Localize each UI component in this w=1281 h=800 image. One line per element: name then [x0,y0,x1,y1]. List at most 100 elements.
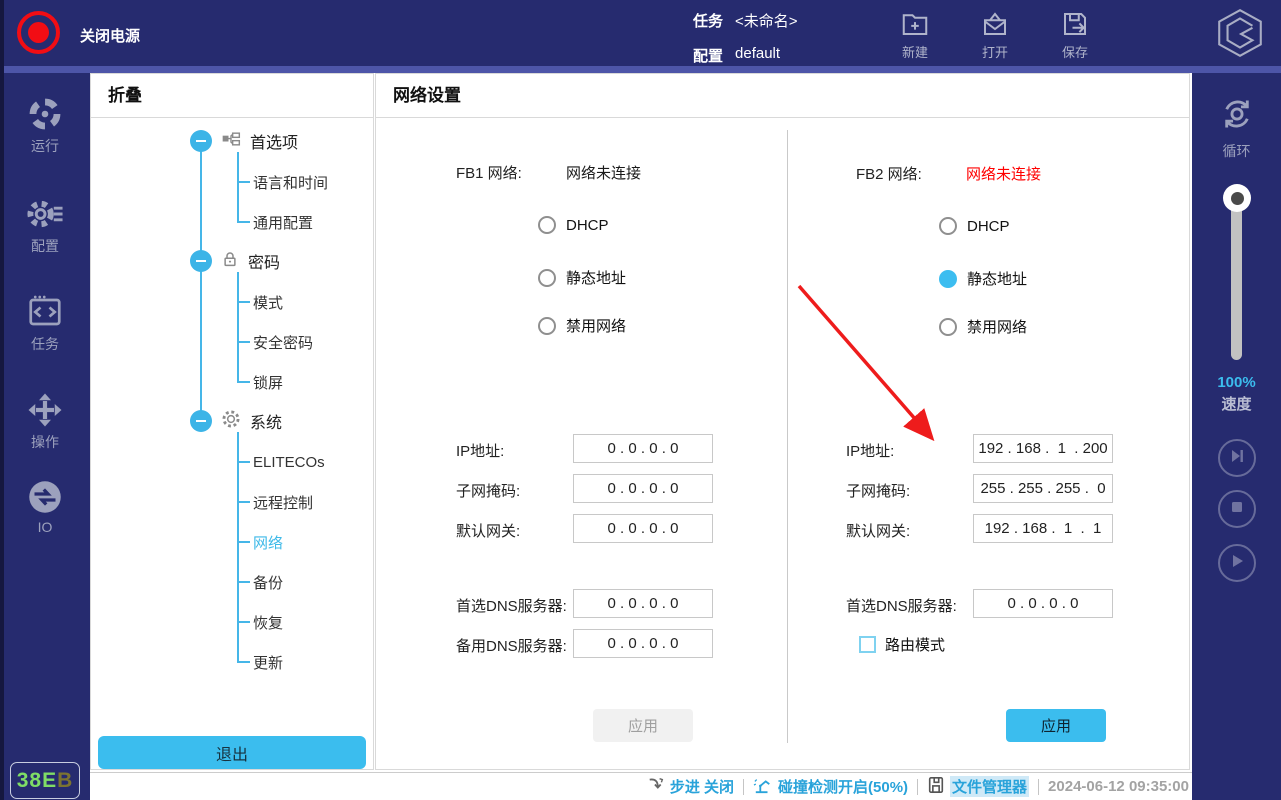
tree-node-preferences[interactable]: 首选项 [190,129,298,153]
fb2-ip-input[interactable]: 192 . 168 . 1 . 200 [973,434,1113,463]
fb2-apply-button[interactable]: 应用 [1006,709,1106,742]
tree-item-elitecos[interactable]: ELITECOs [237,451,325,473]
tree-item-lock-screen[interactable]: 锁屏 [237,371,283,393]
tree-node-system[interactable]: 系统 [190,409,282,433]
tree-item-update[interactable]: 更新 [237,651,283,673]
task-line: 任务 <未命名> [693,10,798,31]
checkbox-icon[interactable] [859,636,876,653]
file-manager-label: 文件管理器 [950,776,1029,797]
loop-mode-button[interactable]: 循环 [1192,95,1281,161]
fb1-dns2-input[interactable]: 0 . 0 . 0 . 0 [573,629,713,658]
fb2-dns1-label: 首选DNS服务器: [846,595,957,616]
sidebar-item-label: 配置 [0,236,90,256]
power-off-label[interactable]: 关闭电源 [80,25,140,46]
preferences-icon [221,130,241,153]
radio-icon[interactable] [939,318,957,336]
play-icon [1228,552,1246,575]
new-task-button[interactable]: 新建 [883,9,947,61]
sidebar-item-label: 操作 [0,432,90,452]
column-divider [787,130,788,743]
fb1-gateway-label: 默认网关: [456,520,520,541]
sidebar-item-config[interactable]: 配置 [0,196,90,256]
sidebar-item-io[interactable]: IO [0,479,90,535]
lock-icon [221,249,239,274]
fb2-router-mode-checkbox[interactable]: 路由模式 [859,634,945,655]
fb1-radio-static[interactable]: 静态地址 [538,267,626,288]
speed-percent: 100% [1192,374,1281,391]
collapse-minus-icon[interactable] [190,130,212,152]
fb2-radio-dhcp[interactable]: DHCP [939,217,1010,235]
fb2-name-label: FB2 网络: [856,163,922,184]
sidebar-item-jog[interactable]: 操作 [0,392,90,452]
settings-tree-panel: 折叠 首选项 语言和时间 通用配置 密码 模式 安全密码 [90,73,374,770]
fb1-ip-input[interactable]: 0 . 0 . 0 . 0 [573,434,713,463]
sidebar-item-label: 运行 [0,136,90,156]
record-power-button[interactable] [17,11,60,54]
tree-item-network[interactable]: 网络 [237,531,283,553]
skip-next-icon [1228,447,1246,470]
exit-button[interactable]: 退出 [98,736,366,769]
settings-icon [0,196,90,232]
fb1-mask-input[interactable]: 0 . 0 . 0 . 0 [573,474,713,503]
stop-icon [1228,498,1246,521]
tree-item-restore[interactable]: 恢复 [237,611,283,633]
save-task-button[interactable]: 保存 [1043,9,1107,61]
tree-trunk-line [200,141,202,421]
fb1-radio-dhcp[interactable]: DHCP [538,216,609,234]
play-button[interactable] [1218,544,1256,582]
speed-label: 速度 [1192,393,1281,414]
sidebar-item-task[interactable]: 任务 [0,294,90,354]
radio-icon[interactable] [538,317,556,335]
separator [1038,779,1039,795]
collapse-minus-icon[interactable] [190,410,212,432]
collision-detect-toggle[interactable]: 碰撞检测开启(50%) [753,776,908,798]
left-sidebar: 运行 配置 任务 [0,73,90,800]
fb2-radio-static[interactable]: 静态地址 [939,268,1027,289]
speed-slider-knob[interactable] [1223,184,1251,212]
task-label: 任务 [693,10,723,31]
fb1-name-label: FB1 网络: [456,162,522,183]
tree-item-general-config[interactable]: 通用配置 [237,211,313,233]
new-file-icon [883,9,947,39]
config-label: 配置 [693,45,723,66]
stop-button[interactable] [1218,490,1256,528]
radio-icon[interactable] [538,269,556,287]
open-task-button[interactable]: 打开 [963,9,1027,61]
fb1-radio-disable[interactable]: 禁用网络 [538,315,626,336]
fb2-dns1-input[interactable]: 0 . 0 . 0 . 0 [973,589,1113,618]
step-icon [647,776,665,798]
step-mode-toggle[interactable]: 步进 关闭 [647,776,734,798]
fb1-apply-button[interactable]: 应用 [593,709,693,742]
status-bar: 步进 关闭 碰撞检测开启(50%) 文件管理器 2024-06-12 09:35… [90,772,1192,800]
fb1-dns1-input[interactable]: 0 . 0 . 0 . 0 [573,589,713,618]
fb1-dns2-label: 备用DNS服务器: [456,635,567,656]
tree-item-remote-control[interactable]: 远程控制 [237,491,313,513]
tree-item-safety-password[interactable]: 安全密码 [237,331,313,353]
topbar-divider-strip [0,66,1281,73]
tree-node-password[interactable]: 密码 [190,249,280,273]
tree-collapse-header[interactable]: 折叠 [91,74,373,118]
speed-slider-track[interactable] [1231,198,1242,360]
sidebar-item-label: IO [0,519,90,535]
file-manager-icon [927,776,945,798]
fb2-gateway-input[interactable]: 192 . 168 . 1 . 1 [973,514,1113,543]
sidebar-item-run[interactable]: 运行 [0,96,90,156]
fb2-status: 网络未连接 [966,163,1041,184]
step-next-button[interactable] [1218,439,1256,477]
fb2-mask-input[interactable]: 255 . 255 . 255 . 0 [973,474,1113,503]
tree-item-language-time[interactable]: 语言和时间 [237,171,328,193]
radio-icon[interactable] [939,217,957,235]
fb1-mask-label: 子网掩码: [456,480,520,501]
file-manager-button[interactable]: 文件管理器 [927,776,1029,798]
fb1-gateway-input[interactable]: 0 . 0 . 0 . 0 [573,514,713,543]
loop-icon [1218,120,1256,137]
tree-node-label: 密码 [248,249,280,273]
tree-item-mode[interactable]: 模式 [237,291,283,313]
jog-icon [0,392,90,428]
loop-label: 循环 [1192,141,1281,161]
fb2-radio-disable[interactable]: 禁用网络 [939,316,1027,337]
radio-checked-icon[interactable] [939,270,957,288]
radio-icon[interactable] [538,216,556,234]
collapse-minus-icon[interactable] [190,250,212,272]
tree-item-backup[interactable]: 备份 [237,571,283,593]
